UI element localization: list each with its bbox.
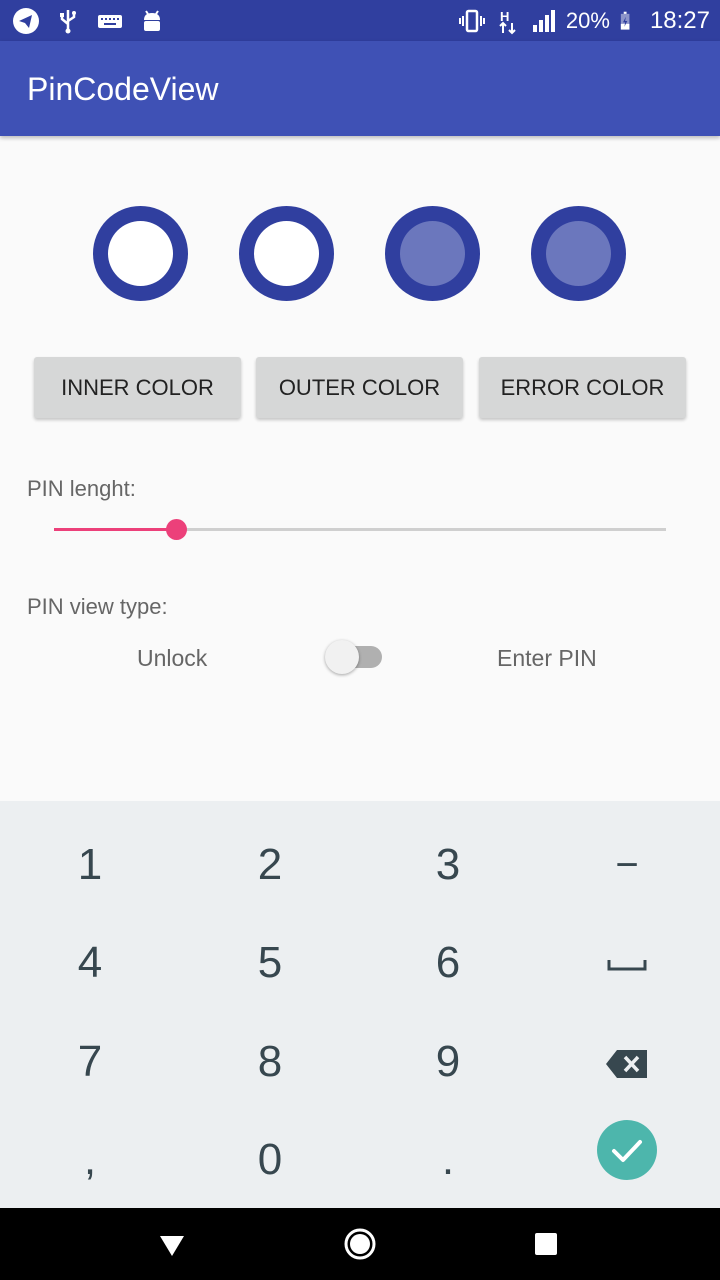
unlock-option-label: Unlock <box>137 645 208 671</box>
status-bar: H 20% 18:27 <box>0 0 720 41</box>
key-3[interactable]: 3 <box>358 816 538 914</box>
error-color-button[interactable]: ERROR COLOR <box>479 357 686 418</box>
battery-percent: 20% <box>565 7 610 33</box>
navigation-bar <box>0 1208 720 1280</box>
status-bar-left <box>12 6 166 36</box>
view-type-label: PIN view type: <box>27 594 168 619</box>
pin-dot <box>531 206 626 301</box>
key-5[interactable]: 5 <box>180 914 360 1012</box>
back-icon[interactable] <box>154 1226 190 1262</box>
status-bar-right: H 20% 18:27 <box>458 0 710 41</box>
pin-dot-inner <box>254 221 319 286</box>
pin-dot-inner <box>546 221 611 286</box>
slider-thumb[interactable] <box>166 519 187 540</box>
backspace-icon <box>606 1050 647 1079</box>
key-8[interactable]: 8 <box>180 1013 360 1111</box>
pin-dot <box>239 206 334 301</box>
usb-icon <box>60 10 76 34</box>
clock: 18:27 <box>649 6 710 34</box>
inner-color-button[interactable]: INNER COLOR <box>34 357 241 418</box>
svg-text:H: H <box>500 9 509 24</box>
vibrate-icon <box>458 9 485 32</box>
key-1[interactable]: 1 <box>0 816 180 914</box>
recents-icon[interactable] <box>528 1226 564 1262</box>
key-space[interactable] <box>537 914 717 1012</box>
cell-signal-icon <box>532 9 555 32</box>
home-icon[interactable] <box>342 1226 378 1262</box>
key-0[interactable]: 0 <box>180 1111 360 1209</box>
outer-color-button[interactable]: OUTER COLOR <box>256 357 463 418</box>
signal-h-icon: H <box>499 9 516 34</box>
app-title: PinCodeView <box>27 71 219 107</box>
battery-icon <box>620 11 630 30</box>
pin-length-label: PIN lenght: <box>27 476 136 501</box>
key-6[interactable]: 6 <box>358 914 538 1012</box>
key-4[interactable]: 4 <box>0 914 180 1012</box>
pin-dot-inner <box>108 221 173 286</box>
slider-fill <box>54 528 176 531</box>
pin-length-slider[interactable] <box>54 519 666 540</box>
done-button[interactable] <box>597 1120 657 1180</box>
key-7[interactable]: 7 <box>0 1013 180 1111</box>
pin-dot <box>385 206 480 301</box>
check-icon <box>612 1140 642 1162</box>
numeric-keyboard: 1 2 3 − 4 5 6 7 8 9 , 0 . <box>0 801 720 1208</box>
key-minus[interactable]: − <box>537 816 717 914</box>
pin-dot <box>93 206 188 301</box>
key-9[interactable]: 9 <box>358 1013 538 1111</box>
keyboard-icon <box>98 15 122 28</box>
key-comma[interactable]: , <box>0 1111 180 1209</box>
enter-pin-option-label: Enter PIN <box>497 645 597 671</box>
android-debug-icon <box>144 10 160 31</box>
key-2[interactable]: 2 <box>180 816 360 914</box>
switch-thumb[interactable] <box>325 640 359 674</box>
space-icon <box>607 960 647 971</box>
key-backspace[interactable] <box>537 1013 717 1111</box>
pin-dot-inner <box>400 221 465 286</box>
key-period[interactable]: . <box>358 1111 538 1209</box>
app-bar: PinCodeView <box>0 41 720 136</box>
telegram-icon <box>13 8 39 34</box>
